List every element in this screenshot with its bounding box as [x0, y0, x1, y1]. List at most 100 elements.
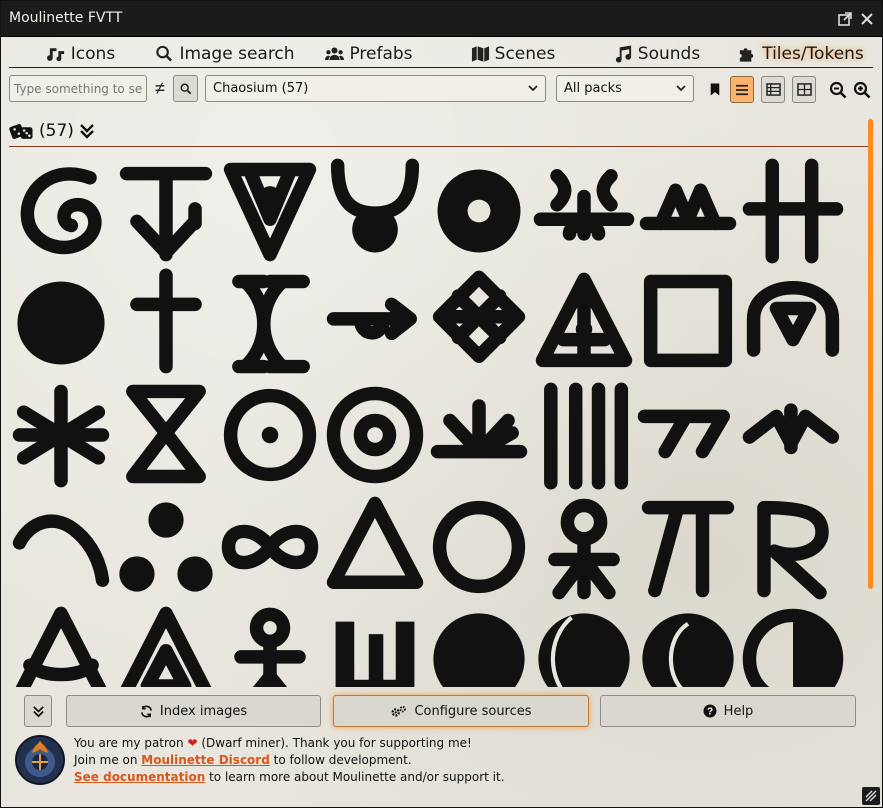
tile-three-dots[interactable]: [114, 491, 218, 603]
patron-line-2: Join me on Moulinette Discord to follow …: [74, 752, 505, 769]
tile-hook-arrow[interactable]: [323, 267, 427, 379]
tab-label: Sounds: [637, 44, 701, 64]
spiral-icon: [20, 167, 102, 254]
tile-round-blob[interactable]: [9, 267, 113, 379]
negate-toggle[interactable]: ≠: [153, 75, 167, 102]
tile-circle-triangle[interactable]: [9, 603, 113, 687]
tile-m-line[interactable]: [636, 155, 740, 267]
tile-disk[interactable]: [427, 603, 531, 687]
tile-crescent-left[interactable]: [532, 603, 636, 687]
discord-intro-text: Join me on: [74, 753, 138, 767]
list-view-button[interactable]: [730, 76, 754, 103]
tile-triangle-v[interactable]: [218, 155, 322, 267]
search-button[interactable]: [173, 75, 198, 102]
tile-nested-triangle[interactable]: [114, 603, 218, 687]
tile-stick-man[interactable]: [218, 603, 322, 687]
crescent-right-icon: [642, 613, 734, 687]
tile-crescent-right[interactable]: [636, 603, 740, 687]
tile-woven-diamond[interactable]: [427, 267, 531, 379]
double-chevron-down-icon[interactable]: [78, 122, 96, 140]
tab-icons[interactable]: Icons: [9, 41, 153, 67]
filter-toolbar: ≠ Chaosium (57) All packs: [9, 75, 879, 103]
bow-icon: [12, 514, 110, 587]
scrollbar[interactable]: [868, 119, 873, 589]
seven-seven-icon: [637, 409, 730, 459]
popout-icon[interactable]: [837, 11, 853, 27]
documentation-link[interactable]: See documentation: [74, 770, 205, 784]
music-note-icon: [46, 48, 64, 62]
expand-button[interactable]: [24, 695, 52, 727]
arrow-cross-icon: [119, 166, 212, 262]
tile-triangle[interactable]: [323, 491, 427, 603]
results-header: (57): [9, 119, 96, 143]
tile-circle-dot[interactable]: [218, 379, 322, 491]
bookmark-icon: [710, 83, 720, 96]
tile-seven-seven[interactable]: [636, 379, 740, 491]
tile-star-triangle[interactable]: [532, 267, 636, 379]
tile-cross[interactable]: [114, 267, 218, 379]
ring-disk-icon: [437, 169, 521, 253]
horned-circle-icon: [330, 158, 419, 253]
tile-arrow-rune[interactable]: [741, 379, 845, 491]
packs-select[interactable]: All packs: [556, 75, 694, 102]
resize-handle[interactable]: [862, 787, 880, 805]
tab-prefabs[interactable]: Prefabs: [297, 41, 441, 67]
chevron-down-icon: [676, 85, 686, 92]
tile-ring-disk[interactable]: [427, 155, 531, 267]
tile-bars[interactable]: [532, 379, 636, 491]
tab-sounds[interactable]: Sounds: [585, 41, 729, 67]
tile-omega-triangle[interactable]: [741, 267, 845, 379]
patron-line-1: You are my patron ❤ (Dwarf miner). Thank…: [74, 735, 505, 752]
tile-square[interactable]: [636, 267, 740, 379]
tile-crenel[interactable]: [323, 603, 427, 687]
chevron-down-icon: [528, 85, 538, 92]
configure-sources-button[interactable]: Configure sources: [333, 695, 589, 727]
discord-link[interactable]: Moulinette Discord: [141, 753, 270, 767]
tile-ankh-circle[interactable]: [532, 491, 636, 603]
grid-view-button[interactable]: [792, 76, 816, 103]
search-icon: [180, 83, 191, 94]
zoom-in-button[interactable]: [850, 76, 874, 103]
tile-asterisk[interactable]: [9, 379, 113, 491]
tile-fan[interactable]: [427, 379, 531, 491]
bookmark-button[interactable]: [703, 76, 727, 103]
r-shape-icon: [756, 500, 829, 600]
tile-ship-horns[interactable]: [532, 155, 636, 267]
zoom-out-button[interactable]: [826, 76, 850, 103]
tile-bracket-x[interactable]: [218, 267, 322, 379]
tab-scenes[interactable]: Scenes: [441, 41, 585, 67]
table-icon: [765, 83, 781, 96]
tile-concentric[interactable]: [323, 379, 427, 491]
help-button[interactable]: ? Help: [600, 695, 856, 727]
tile-hourglass[interactable]: [114, 379, 218, 491]
tab-label: Icons: [70, 44, 116, 64]
close-icon[interactable]: [859, 11, 875, 27]
tab-label: Image search: [179, 44, 295, 64]
tab-image-search[interactable]: Image search: [153, 41, 297, 67]
sync-icon: [140, 705, 152, 717]
index-images-button[interactable]: Index images: [66, 695, 321, 727]
tile-ring[interactable]: [427, 491, 531, 603]
patron-line-3: See documentation to learn more about Mo…: [74, 769, 505, 786]
tile-half-disk[interactable]: [741, 603, 845, 687]
tile-arrow-cross[interactable]: [114, 155, 218, 267]
circle-triangle-icon: [15, 606, 107, 687]
tile-r-shape[interactable]: [741, 491, 845, 603]
m-line-icon: [639, 183, 737, 231]
search-input[interactable]: [9, 75, 147, 102]
tab-tiles-tokens[interactable]: Tiles/Tokens: [729, 41, 873, 67]
tile-spiral[interactable]: [9, 155, 113, 267]
tile-bow[interactable]: [9, 491, 113, 603]
configure-sources-label: Configure sources: [414, 703, 532, 719]
bars-icon: [543, 382, 628, 490]
patron-text: You are my patron ❤ (Dwarf miner). Thank…: [74, 735, 505, 786]
tile-horned-circle[interactable]: [323, 155, 427, 267]
tile-infinity[interactable]: [218, 491, 322, 603]
tile-pi-shape[interactable]: [636, 491, 740, 603]
three-dots-icon: [118, 502, 213, 592]
tile-double-cross[interactable]: [741, 155, 845, 267]
concentric-icon: [326, 386, 423, 484]
window-titlebar[interactable]: Moulinette FVTT: [1, 1, 882, 37]
table-view-button[interactable]: [761, 76, 785, 103]
source-select[interactable]: Chaosium (57): [205, 75, 546, 102]
